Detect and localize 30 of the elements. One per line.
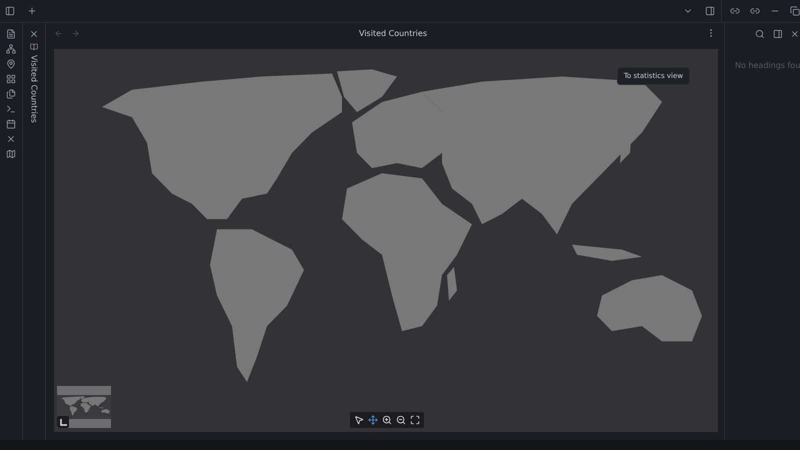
link-icon[interactable] [730, 6, 740, 16]
fit-screen-button[interactable] [409, 414, 421, 426]
restore-icon[interactable] [790, 6, 800, 16]
files-icon[interactable] [6, 89, 16, 99]
move-button[interactable] [367, 414, 379, 426]
zoom-in-button[interactable] [381, 414, 393, 426]
sidebar-toggle-icon[interactable] [5, 6, 15, 16]
pointer-button[interactable] [353, 414, 365, 426]
close-icon[interactable] [29, 29, 39, 39]
book-icon [30, 43, 38, 51]
map-icon[interactable] [6, 149, 16, 159]
tab-label[interactable]: Visited Countries [30, 55, 38, 123]
view-title: Visited Countries [359, 28, 427, 38]
cross-icon[interactable] [6, 134, 16, 144]
corner-icon[interactable] [57, 416, 69, 428]
minimap[interactable] [57, 386, 111, 428]
panel-icon[interactable] [772, 29, 782, 39]
zoom-out-button[interactable] [395, 414, 407, 426]
new-tab-icon[interactable] [27, 6, 37, 16]
collapse-icon[interactable] [790, 29, 800, 39]
grid-icon[interactable] [6, 74, 16, 84]
sidebar-toggle-icon[interactable] [705, 6, 715, 16]
file-icon[interactable] [6, 29, 16, 39]
map-pin-icon[interactable] [6, 59, 16, 69]
terminal-icon[interactable] [6, 104, 16, 114]
graph-icon[interactable] [6, 44, 16, 54]
empty-outline-message: No headings fou [735, 61, 800, 70]
calendar-icon[interactable] [6, 119, 16, 129]
search-icon[interactable] [755, 29, 765, 39]
link-icon[interactable] [750, 6, 760, 16]
